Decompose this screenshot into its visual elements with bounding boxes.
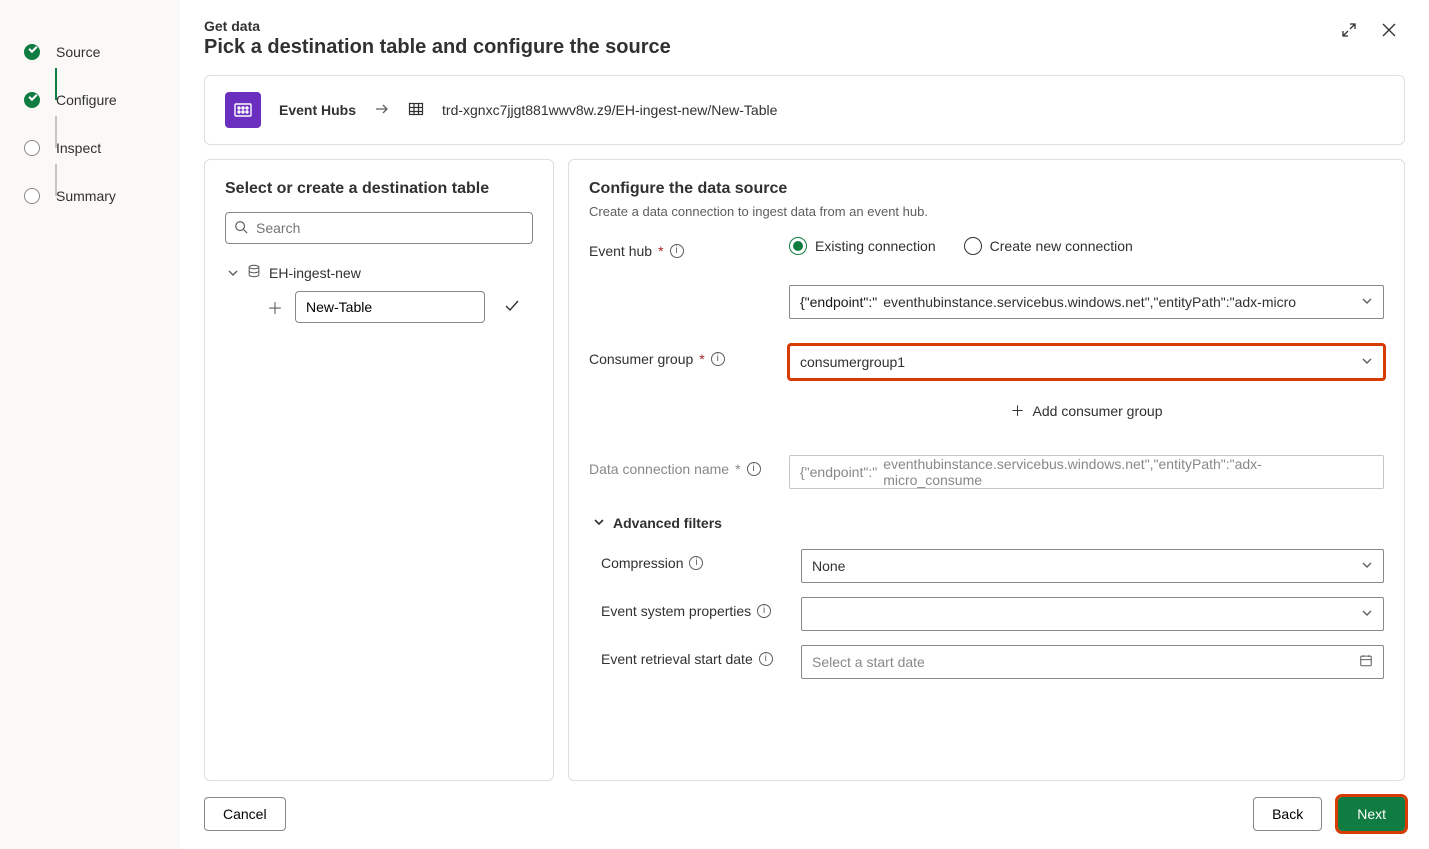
arrow-right-icon	[374, 101, 390, 120]
info-icon[interactable]: i	[757, 604, 771, 618]
chevron-down-icon	[1361, 294, 1373, 310]
next-button[interactable]: Next	[1338, 797, 1405, 831]
data-connection-name-input[interactable]: {"endpoint":" eventhubinstance.servicebu…	[789, 455, 1384, 489]
wizard-steps: Source Configure Inspect Summary	[0, 0, 180, 849]
step-label: Configure	[56, 92, 117, 108]
step-label: Inspect	[56, 140, 101, 156]
step-configure[interactable]: Configure	[24, 76, 180, 124]
step-label: Source	[56, 44, 100, 60]
add-consumer-group-button[interactable]: ＋ Add consumer group	[789, 401, 1384, 421]
chevron-down-icon	[593, 515, 605, 531]
database-icon	[247, 264, 261, 281]
search-field[interactable]	[254, 219, 524, 237]
search-icon	[234, 220, 248, 237]
radio-existing-connection[interactable]: Existing connection	[789, 237, 936, 255]
cancel-button[interactable]: Cancel	[204, 797, 286, 831]
compression-label: Compression i	[601, 549, 801, 571]
breadcrumb-path: trd-xgnxc7jjgt881wwv8w.z9/EH-ingest-new/…	[442, 102, 777, 118]
radio-checked-icon	[789, 237, 807, 255]
configure-source-panel: Configure the data source Create a data …	[568, 159, 1405, 781]
confirm-check-icon[interactable]	[503, 297, 521, 318]
page-title: Pick a destination table and configure t…	[204, 36, 1405, 59]
back-button[interactable]: Back	[1253, 797, 1322, 831]
step-dot-done-icon	[24, 44, 40, 60]
chevron-down-icon	[1361, 558, 1373, 574]
breadcrumb: Event Hubs trd-xgnxc7jjgt881wwv8w.z9/EH-…	[204, 75, 1405, 145]
panel-title: Select or create a destination table	[225, 180, 533, 198]
event-hubs-icon	[225, 92, 261, 128]
page-pretitle: Get data	[204, 18, 1405, 34]
radio-create-connection[interactable]: Create new connection	[964, 237, 1133, 255]
calendar-icon	[1359, 654, 1373, 671]
expand-icon[interactable]	[1341, 22, 1357, 41]
new-table-row: ＋	[225, 285, 533, 329]
event-hub-label: Event hub * i	[589, 237, 789, 259]
info-icon[interactable]: i	[711, 352, 725, 366]
close-icon[interactable]	[1381, 22, 1397, 41]
panel-title: Configure the data source	[589, 180, 1384, 198]
chevron-down-icon	[1361, 354, 1373, 370]
step-dot-active-icon	[24, 92, 40, 108]
system-properties-select[interactable]	[801, 597, 1384, 631]
consumer-group-select[interactable]: consumergroup1	[789, 345, 1384, 379]
step-source[interactable]: Source	[24, 28, 180, 76]
database-tree-item[interactable]: EH-ingest-new	[225, 260, 533, 285]
wizard-footer: Cancel Back Next	[204, 781, 1405, 849]
system-properties-label: Event system properties i	[601, 597, 801, 619]
data-connection-name-label: Data connection name * i	[589, 455, 789, 477]
start-date-label: Event retrieval start date i	[601, 645, 801, 667]
chevron-down-icon[interactable]	[227, 265, 239, 281]
database-name: EH-ingest-new	[269, 265, 361, 281]
step-summary[interactable]: Summary	[24, 172, 180, 220]
plus-icon: ＋	[1011, 401, 1025, 421]
new-table-input[interactable]	[295, 291, 485, 323]
table-icon	[408, 101, 424, 120]
compression-select[interactable]: None	[801, 549, 1384, 583]
panel-subtitle: Create a data connection to ingest data …	[589, 204, 1384, 219]
plus-icon[interactable]: ＋	[267, 295, 283, 319]
consumer-group-label: Consumer group * i	[589, 345, 789, 367]
start-date-input[interactable]: Select a start date	[801, 645, 1384, 679]
breadcrumb-source: Event Hubs	[279, 102, 356, 118]
info-icon[interactable]: i	[759, 652, 773, 666]
advanced-filters-toggle[interactable]: Advanced filters	[593, 515, 1384, 531]
step-dot-todo-icon	[24, 188, 40, 204]
step-label: Summary	[56, 188, 116, 204]
info-icon[interactable]: i	[689, 556, 703, 570]
main-content: Get data Pick a destination table and co…	[180, 0, 1429, 849]
search-input[interactable]	[225, 212, 533, 244]
step-inspect[interactable]: Inspect	[24, 124, 180, 172]
event-hub-connection-select[interactable]: {"endpoint":" eventhubinstance.servicebu…	[789, 285, 1384, 319]
chevron-down-icon	[1361, 606, 1373, 622]
step-dot-todo-icon	[24, 140, 40, 156]
radio-unchecked-icon	[964, 237, 982, 255]
info-icon[interactable]: i	[747, 462, 761, 476]
destination-table-panel: Select or create a destination table EH-…	[204, 159, 554, 781]
info-icon[interactable]: i	[670, 244, 684, 258]
